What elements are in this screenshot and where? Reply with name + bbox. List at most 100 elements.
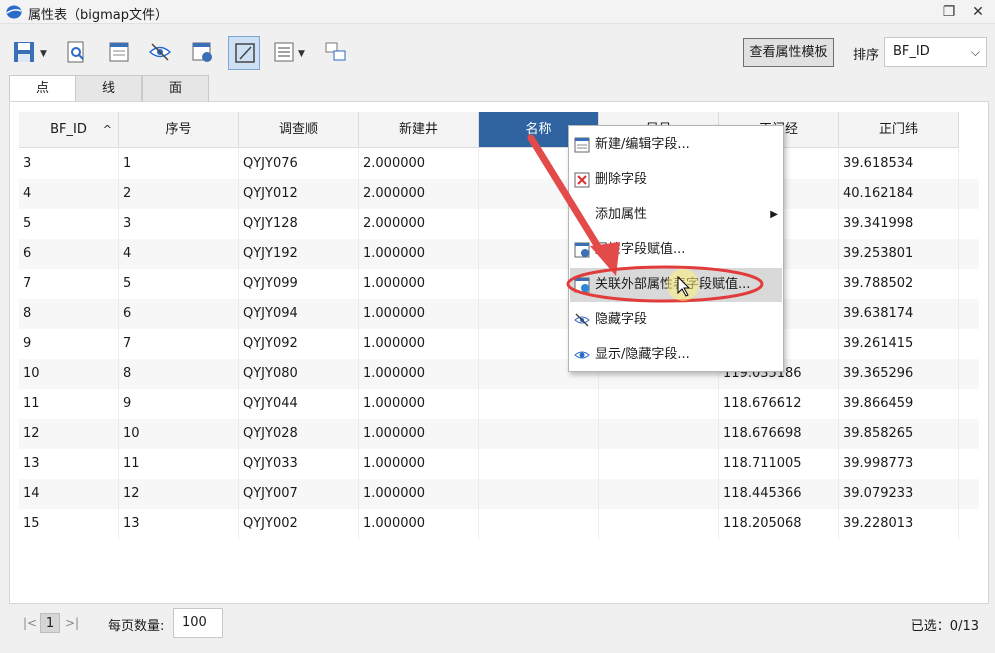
table-cell[interactable]: 39.638174 [839,299,959,329]
table-row[interactable]: 13 11 QYJY033 1.000000 118.711005 39.998773 [19,449,979,479]
table-row[interactable]: 64QYJY1921.000000118.…0539.253801 [19,239,979,269]
table-cell[interactable]: QYJY192 [239,239,359,269]
last-page-button[interactable]: >| [63,614,81,632]
table-cell[interactable]: 4 [119,239,239,269]
column-header[interactable]: 调查顺 [239,112,359,148]
table-cell[interactable]: 2.000000 [359,209,479,239]
table-cell[interactable] [599,389,719,419]
relate-button[interactable] [320,36,352,70]
edit-mode-button[interactable] [228,36,260,70]
table-cell[interactable] [599,479,719,509]
save-dropdown-icon[interactable]: ▼ [40,49,47,59]
table-cell[interactable]: 8 [119,359,239,389]
table-row[interactable]: 42QYJY0122.000000118.…3840.162184 [19,179,979,209]
table-cell[interactable]: QYJY033 [239,449,359,479]
table-cell[interactable]: 12 [119,479,239,509]
table-row[interactable]: 15 13 QYJY002 1.000000 118.205068 39.228013 [19,509,979,539]
table-row[interactable]: 75QYJY0991.000000118.…9139.788502 [19,269,979,299]
zoom-to-feature-button[interactable] [60,36,92,70]
table-cell[interactable]: 7 [19,269,119,299]
table-cell[interactable]: 9 [119,389,239,419]
hide-columns-button[interactable] [144,36,176,70]
field-info-button[interactable] [186,36,218,70]
table-row[interactable]: 10 8 QYJY080 1.000000 119.035186 39.365296 [19,359,979,389]
table-cell[interactable]: QYJY028 [239,419,359,449]
table-cell[interactable]: 39.618534 [839,149,959,179]
column-header[interactable]: 序号 [119,112,239,148]
table-cell[interactable]: 1.000000 [359,329,479,359]
table-cell[interactable]: QYJY012 [239,179,359,209]
table-cell[interactable]: QYJY094 [239,299,359,329]
table-cell[interactable]: 1.000000 [359,509,479,539]
tab-polygon[interactable]: 面 [142,75,209,101]
table-cell[interactable]: QYJY044 [239,389,359,419]
save-button[interactable] [8,36,40,70]
table-cell[interactable] [479,509,599,539]
table-cell[interactable]: QYJY002 [239,509,359,539]
table-cell[interactable] [479,389,599,419]
table-cell[interactable]: 10 [19,359,119,389]
table-row[interactable]: 53QYJY1282.000000118.…2239.341998 [19,209,979,239]
table-cell[interactable]: QYJY080 [239,359,359,389]
table-cell[interactable]: 39.228013 [839,509,959,539]
table-cell[interactable] [599,449,719,479]
table-cell[interactable]: 15 [19,509,119,539]
menu-item[interactable]: 隐藏字段 [570,303,782,337]
table-cell[interactable]: 8 [19,299,119,329]
table-cell[interactable]: 118.445366 [719,479,839,509]
table-cell[interactable]: 2.000000 [359,179,479,209]
table-cell[interactable]: 118.711005 [719,449,839,479]
menu-item[interactable]: 删除字段 [570,163,782,197]
column-header[interactable]: 正门纬 [839,112,959,148]
table-row[interactable]: 14 12 QYJY007 1.000000 118.445366 39.079233 [19,479,979,509]
table-cell[interactable]: 1.000000 [359,359,479,389]
table-cell[interactable] [479,419,599,449]
table-cell[interactable]: QYJY076 [239,149,359,179]
table-cell[interactable] [479,479,599,509]
column-header[interactable]: 新建井 [359,112,479,148]
table-cell[interactable]: 2 [119,179,239,209]
table-cell[interactable]: QYJY128 [239,209,359,239]
table-cell[interactable]: 39.079233 [839,479,959,509]
table-cell[interactable]: 11 [119,449,239,479]
tab-point[interactable]: 点 [9,75,76,102]
table-cell[interactable] [479,449,599,479]
view-attribute-template-button[interactable]: 查看属性模板 [743,38,834,67]
menu-item[interactable]: 关联外部属性表字段赋值... [570,268,782,302]
table-row[interactable]: 12 10 QYJY028 1.000000 118.676698 39.858265 [19,419,979,449]
table-cell[interactable]: 1.000000 [359,299,479,329]
table-cell[interactable]: 1.000000 [359,419,479,449]
page-size-input[interactable]: 100 [173,608,223,638]
table-cell[interactable]: 118.205068 [719,509,839,539]
table-cell[interactable]: 14 [19,479,119,509]
table-cell[interactable]: 1.000000 [359,479,479,509]
table-cell[interactable]: 13 [119,509,239,539]
table-cell[interactable] [599,509,719,539]
table-cell[interactable]: QYJY099 [239,269,359,299]
field-calculator-button[interactable] [103,36,135,70]
sort-field-select[interactable]: BF_ID ⌵ [884,37,987,67]
table-cell[interactable]: 6 [19,239,119,269]
table-row[interactable]: 31QYJY0762.000000118.…7839.618534 [19,149,979,179]
table-cell[interactable]: 39.253801 [839,239,959,269]
table-cell[interactable]: 39.341998 [839,209,959,239]
table-cell[interactable]: 5 [119,269,239,299]
restore-icon[interactable]: ❐ [941,4,957,20]
menu-item[interactable]: 新建/编辑字段... [570,128,782,162]
table-cell[interactable]: 2.000000 [359,149,479,179]
table-row[interactable]: 97QYJY0921.000000118.…1539.261415 [19,329,979,359]
close-icon[interactable]: ✕ [970,4,986,20]
table-cell[interactable]: 4 [19,179,119,209]
first-page-button[interactable]: |< [21,614,39,632]
table-cell[interactable]: 40.162184 [839,179,959,209]
table-cell[interactable]: 39.261415 [839,329,959,359]
table-cell[interactable]: 39.788502 [839,269,959,299]
table-cell[interactable]: 1.000000 [359,389,479,419]
table-cell[interactable]: 10 [119,419,239,449]
table-cell[interactable]: 1.000000 [359,239,479,269]
table-cell[interactable]: 118.676612 [719,389,839,419]
table-cell[interactable]: 12 [19,419,119,449]
table-cell[interactable]: 39.365296 [839,359,959,389]
table-cell[interactable]: QYJY007 [239,479,359,509]
table-cell[interactable]: 39.998773 [839,449,959,479]
